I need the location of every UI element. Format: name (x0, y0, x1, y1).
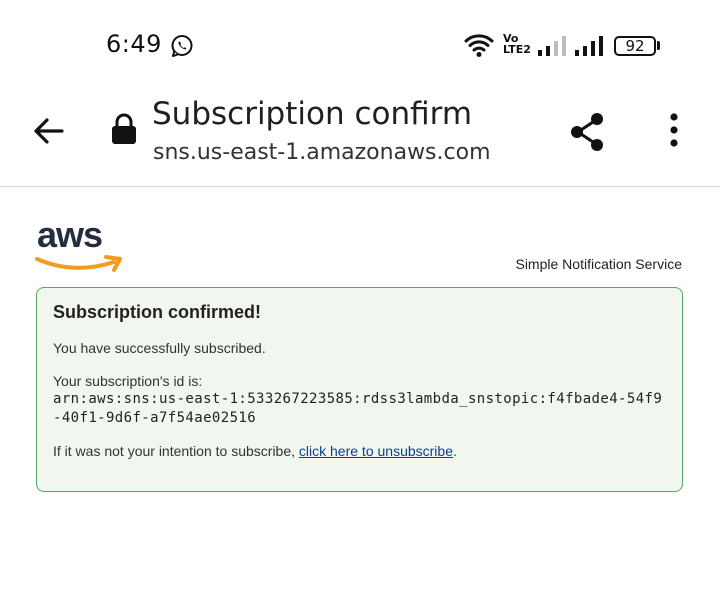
confirmation-panel: Subscription confirmed! You have success… (36, 287, 683, 492)
signal-icon-sim2 (575, 36, 603, 56)
share-icon[interactable] (566, 110, 610, 154)
unsubscribe-prefix: If it was not your intention to subscrib… (53, 443, 299, 459)
unsubscribe-line: If it was not your intention to subscrib… (53, 443, 457, 459)
back-arrow-icon[interactable] (30, 112, 68, 150)
whatsapp-icon (171, 35, 193, 57)
volte-indicator: Vo LTE2 (503, 32, 531, 56)
confirmation-title: Subscription confirmed! (53, 302, 262, 322)
wifi-icon (464, 34, 494, 57)
more-vert-icon[interactable] (660, 110, 688, 150)
unsubscribe-suffix: . (452, 443, 457, 459)
success-message: You have successfully subscribed. (53, 340, 266, 356)
subscription-id-label: Your subscription's id is: (53, 373, 203, 389)
page-title[interactable]: Subscription confirm (152, 96, 472, 132)
unsubscribe-link[interactable]: click here to unsubscribe (299, 443, 453, 459)
battery-tip (657, 41, 660, 50)
aws-logo-text: aws (37, 215, 102, 255)
signal-icon-sim1 (538, 36, 566, 56)
browser-app-bar: Subscription confirm sns.us-east-1.amazo… (0, 90, 720, 187)
battery-icon: 92 (614, 36, 656, 56)
service-name: Simple Notification Service (515, 256, 682, 272)
lock-icon[interactable] (110, 112, 138, 146)
page-url[interactable]: sns.us-east-1.amazonaws.com (153, 140, 491, 165)
aws-logo: aws (35, 215, 122, 272)
status-time: 6:49 (106, 30, 162, 58)
status-bar: 6:49 Vo LTE2 92 (0, 0, 720, 90)
subscription-arn: arn:aws:sns:us-east-1:533267223585:rdss3… (53, 391, 663, 426)
